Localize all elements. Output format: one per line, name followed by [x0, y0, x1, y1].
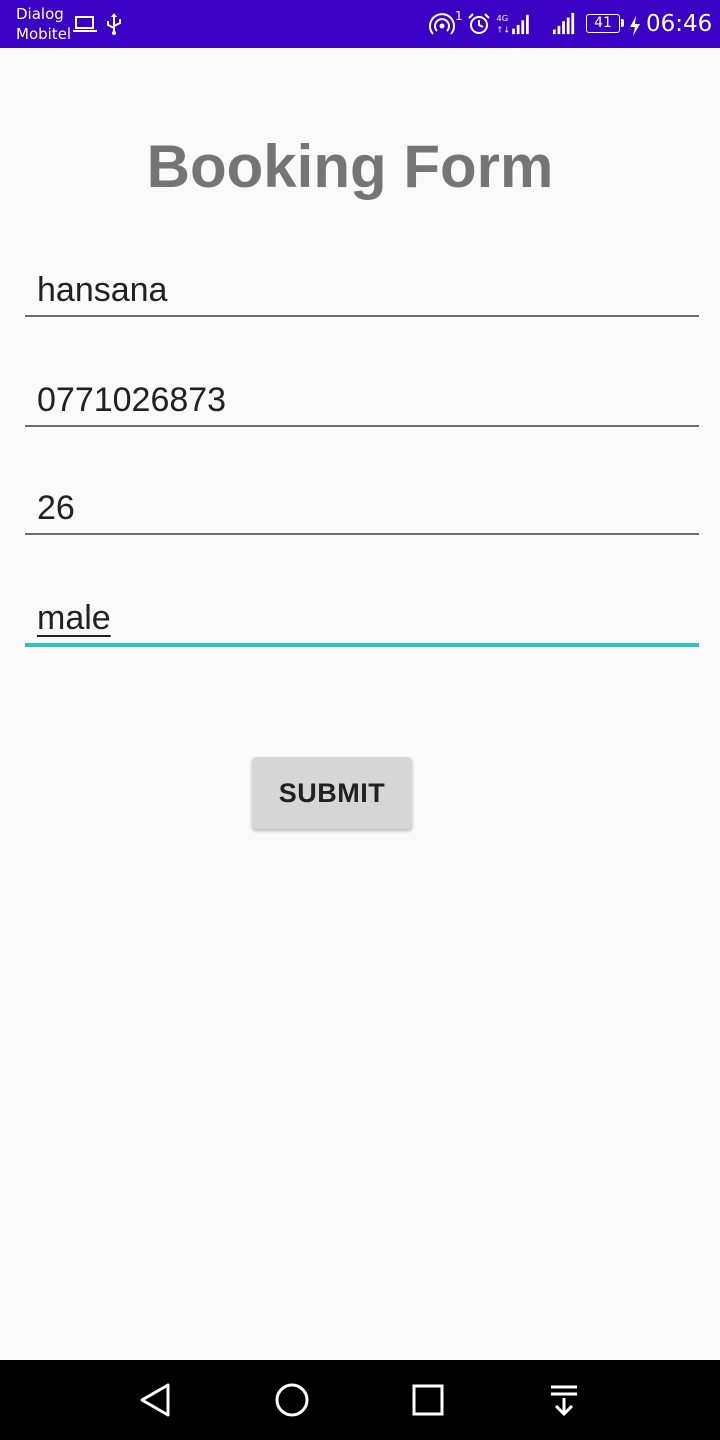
hotspot-icon: [429, 13, 455, 35]
signal-icon: [552, 12, 575, 35]
recents-icon[interactable]: [408, 1380, 448, 1420]
hotspot-count: 1: [455, 9, 463, 23]
navigation-bar: [0, 1360, 720, 1440]
page-title: Booking Form: [146, 133, 554, 200]
usb-icon: [107, 13, 121, 35]
age-underline: [25, 533, 699, 535]
gender-underline-focused: [25, 643, 699, 647]
age-input[interactable]: [25, 480, 699, 536]
carrier-line-2: Mobitel: [16, 25, 72, 43]
name-underline: [25, 315, 699, 317]
carrier-line-1: Dialog: [16, 5, 64, 23]
name-field: [25, 262, 699, 322]
gender-input[interactable]: [25, 590, 699, 646]
laptop-icon: [73, 16, 97, 32]
submit-button[interactable]: SUBMIT: [252, 757, 412, 829]
notification-pull-icon[interactable]: [544, 1380, 584, 1420]
phone-field: [25, 372, 699, 432]
alarm-icon: [468, 13, 490, 34]
svg-text:↑↓: ↑↓: [496, 24, 510, 34]
charging-icon: [630, 16, 640, 36]
battery-icon: 41: [586, 14, 620, 33]
back-icon[interactable]: [136, 1380, 176, 1420]
status-bar: Dialog Mobitel 1 4G ↑↓ 41 06:46: [0, 0, 720, 48]
name-input[interactable]: [25, 262, 699, 318]
clock: 06:46: [646, 11, 713, 37]
battery-tip: [621, 19, 624, 27]
phone-input[interactable]: [25, 372, 699, 428]
carrier-label: Dialog Mobitel: [16, 4, 71, 44]
gender-field: [25, 590, 699, 650]
home-icon[interactable]: [272, 1380, 312, 1420]
network-type-label: 4G: [496, 13, 508, 23]
phone-underline: [25, 425, 699, 427]
signal-4g-icon: 4G ↑↓: [496, 13, 529, 34]
age-field: [25, 480, 699, 540]
screen: Dialog Mobitel 1 4G ↑↓ 41 06:46 Booking …: [0, 0, 720, 1440]
